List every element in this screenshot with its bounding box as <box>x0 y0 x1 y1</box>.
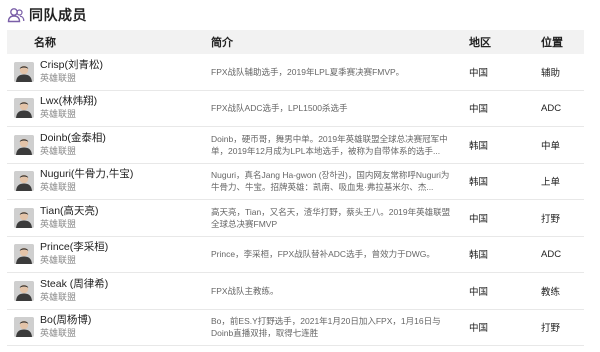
member-name[interactable]: Lwx(林炜翔) <box>40 95 97 108</box>
table-body: Crisp(刘青松) 英雄联盟 FPX战队辅助选手，2019年LPL夏季赛决赛FMV… <box>7 54 584 346</box>
teammates-table: 名称 简介 地区 位置 Crisp(刘青松) 英雄联盟 FPX战队辅助选手，2019… <box>7 30 584 346</box>
table-header: 名称 简介 地区 位置 <box>7 30 584 54</box>
member-name[interactable]: Prince(李采桓) <box>40 241 108 254</box>
section-header: 同队成员 <box>7 3 87 27</box>
member-position: 打野 <box>541 213 561 225</box>
member-cell[interactable]: Prince(李采桓) 英雄联盟 <box>7 241 207 267</box>
member-game: 英雄联盟 <box>40 291 77 302</box>
member-region: 中国 <box>469 286 489 298</box>
member-cell[interactable]: Crisp(刘青松) 英雄联盟 <box>7 59 207 85</box>
member-cell[interactable]: Tian(高天亮) 英雄联盟 <box>7 205 207 231</box>
member-position: ADC <box>541 248 562 260</box>
member-desc: Prince，李采桓，FPX战队替补ADC选手，曾效力于DWG。 <box>211 249 435 260</box>
member-position: 打野 <box>541 323 561 335</box>
member-region: 中国 <box>469 67 489 79</box>
avatar[interactable] <box>14 134 34 155</box>
member-cell[interactable]: Doinb(金泰相) 英雄联盟 <box>7 132 207 158</box>
member-cell[interactable]: Nuguri(牛骨力,牛宝) 英雄联盟 <box>7 168 207 194</box>
member-desc: Bo，前ES.Y打野选手，2021年1月20日加入FPX，1月16日与Doinb… <box>211 316 441 339</box>
header-position: 位置 <box>541 37 563 49</box>
member-region: 韩国 <box>469 140 489 152</box>
member-name[interactable]: Doinb(金泰相) <box>40 132 106 145</box>
member-game: 英雄联盟 <box>40 72 77 83</box>
member-game: 英雄联盟 <box>40 145 77 156</box>
table-row[interactable]: Nuguri(牛骨力,牛宝) 英雄联盟 Nuguri，真名Jang Ha-gwon … <box>7 164 584 200</box>
header-name: 名称 <box>34 37 56 49</box>
table-row[interactable]: Crisp(刘青松) 英雄联盟 FPX战队辅助选手，2019年LPL夏季赛决赛FMV… <box>7 54 584 91</box>
table-row[interactable]: Lwx(林炜翔) 英雄联盟 FPX战队ADC选手，LPL1500杀选手 中国 ADC <box>7 91 584 127</box>
header-region: 地区 <box>469 37 491 49</box>
table-row[interactable]: Tian(高天亮) 英雄联盟 高天亮，Tian，又名天，渣华打野，蔡头王八。2019… <box>7 200 584 237</box>
member-desc: FPX战队ADC选手，LPL1500杀选手 <box>211 103 348 114</box>
name-block: Bo(周杨博) 英雄联盟 <box>40 314 91 340</box>
member-name[interactable]: Steak (周律希) <box>40 278 108 291</box>
users-icon <box>7 6 25 24</box>
member-name[interactable]: Tian(高天亮) <box>40 205 99 218</box>
member-desc: Nuguri，真名Jang Ha-gwon (장하권)，国内网友常称呼Nugur… <box>211 170 450 193</box>
member-position: 中单 <box>541 140 561 152</box>
member-cell[interactable]: Lwx(林炜翔) 英雄联盟 <box>7 95 207 121</box>
member-game: 英雄联盟 <box>40 109 77 120</box>
name-block: Nuguri(牛骨力,牛宝) 英雄联盟 <box>40 168 133 194</box>
name-block: Steak (周律希) 英雄联盟 <box>40 278 108 304</box>
name-block: Tian(高天亮) 英雄联盟 <box>40 205 99 231</box>
avatar[interactable] <box>14 207 34 228</box>
member-name[interactable]: Bo(周杨博) <box>40 314 91 327</box>
member-desc: 高天亮，Tian，又名天，渣华打野，蔡头王八。2019年英雄联盟全球总决赛FMV… <box>211 206 451 229</box>
member-region: 韩国 <box>469 250 489 262</box>
member-position: 上单 <box>541 177 561 189</box>
member-game: 英雄联盟 <box>40 218 77 229</box>
member-name[interactable]: Crisp(刘青松) <box>40 59 103 72</box>
member-region: 中国 <box>469 323 489 335</box>
member-name[interactable]: Nuguri(牛骨力,牛宝) <box>40 168 133 181</box>
avatar[interactable] <box>14 98 34 119</box>
name-block: Lwx(林炜翔) 英雄联盟 <box>40 95 97 121</box>
member-game: 英雄联盟 <box>40 182 77 193</box>
section-title: 同队成员 <box>29 7 87 23</box>
header-desc: 简介 <box>211 37 233 49</box>
table-row[interactable]: Prince(李采桓) 英雄联盟 Prince，李采桓，FPX战队替补ADC选手，曾… <box>7 237 584 273</box>
member-cell[interactable]: Steak (周律希) 英雄联盟 <box>7 278 207 304</box>
table-row[interactable]: Steak (周律希) 英雄联盟 FPX战队主教练。 中国 教练 <box>7 273 584 310</box>
member-desc: Doinb，硬币哥，舞男中单。2019年英雄联盟全球总决赛冠军中单，2019年1… <box>211 133 448 156</box>
member-cell[interactable]: Bo(周杨博) 英雄联盟 <box>7 314 207 340</box>
avatar[interactable] <box>14 61 34 82</box>
name-block: Doinb(金泰相) 英雄联盟 <box>40 132 106 158</box>
member-position: 教练 <box>541 286 561 298</box>
member-region: 中国 <box>469 104 489 116</box>
member-desc: FPX战队主教练。 <box>211 285 279 296</box>
table-row[interactable]: Bo(周杨博) 英雄联盟 Bo，前ES.Y打野选手，2021年1月20日加入FPX，… <box>7 310 584 346</box>
member-desc: FPX战队辅助选手，2019年LPL夏季赛决赛FMVP。 <box>211 66 405 77</box>
member-game: 英雄联盟 <box>40 255 77 266</box>
avatar[interactable] <box>14 171 34 192</box>
table-row[interactable]: Doinb(金泰相) 英雄联盟 Doinb，硬币哥，舞男中单。2019年英雄联盟全球… <box>7 127 584 164</box>
member-position: ADC <box>541 102 562 114</box>
member-position: 辅助 <box>541 67 561 79</box>
member-region: 韩国 <box>469 177 489 189</box>
avatar[interactable] <box>14 280 34 301</box>
name-block: Prince(李采桓) 英雄联盟 <box>40 241 108 267</box>
avatar[interactable] <box>14 317 34 338</box>
name-block: Crisp(刘青松) 英雄联盟 <box>40 59 103 85</box>
member-game: 英雄联盟 <box>40 328 77 339</box>
avatar[interactable] <box>14 244 34 265</box>
member-region: 中国 <box>469 213 489 225</box>
